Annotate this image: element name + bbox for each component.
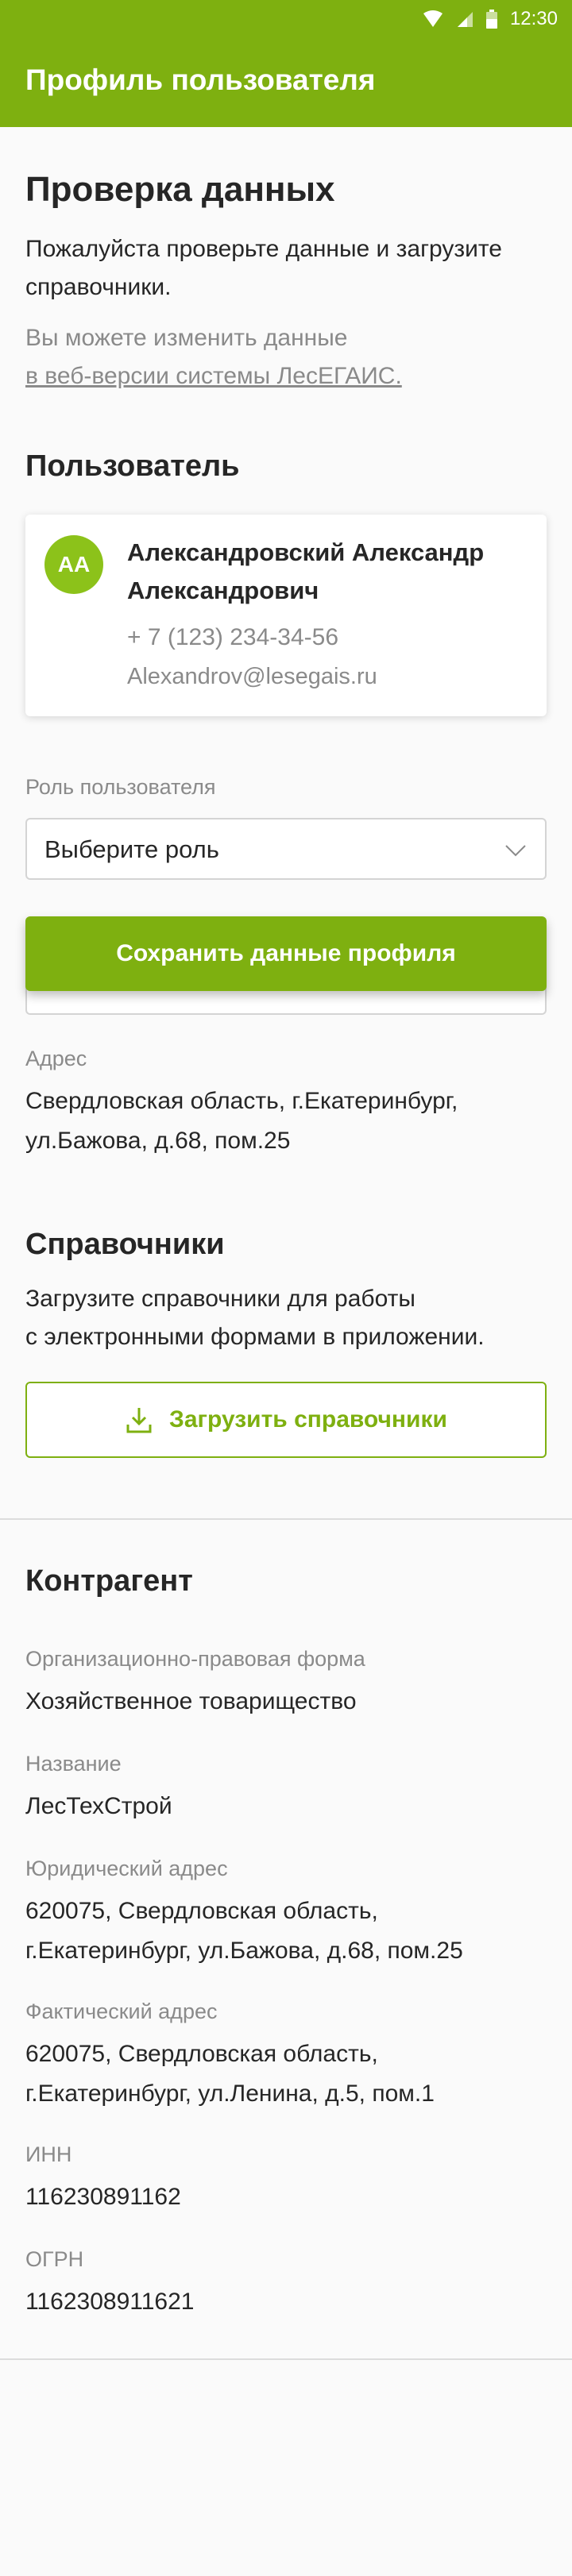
user-name-line1: Александровский Александр	[127, 538, 485, 566]
status-time: 12:30	[509, 8, 558, 29]
inn-label: ИНН	[25, 2142, 72, 2166]
load-references-button[interactable]: Загрузить справочники	[25, 1382, 547, 1458]
divider	[0, 2358, 572, 2360]
check-title: Проверка данных	[25, 170, 335, 209]
chevron-down-icon	[505, 845, 526, 857]
legal-address-label: Юридический адрес	[25, 1857, 228, 1880]
check-text-line2: справочники.	[25, 274, 172, 300]
page-title: Профиль пользователя	[25, 64, 376, 96]
legal-address-line2: г.Екатеринбург, ул.Бажова, д.68, пом.25	[25, 1938, 463, 1964]
actual-address-label: Фактический адрес	[25, 1999, 218, 2023]
download-icon	[126, 1408, 152, 1433]
user-section-title: Пользователь	[25, 449, 240, 483]
legal-address-line1: 620075, Свердловская область,	[25, 1898, 378, 1924]
user-email: Alexandrov@lesegais.ru	[127, 664, 377, 689]
references-text-line2: с электронными формами в приложении.	[25, 1324, 485, 1350]
load-references-label: Загрузить справочники	[169, 1406, 447, 1433]
role-select[interactable]: Выберите роль	[25, 818, 547, 880]
battery-icon	[485, 10, 497, 29]
avatar: AA	[44, 535, 103, 594]
references-title: Справочники	[25, 1228, 225, 1261]
edit-hint: Вы можете изменить данные	[25, 325, 348, 351]
wifi-icon	[423, 10, 443, 27]
ogrn-label: ОГРН	[25, 2247, 84, 2271]
actual-address-line2: г.Екатеринбург, ул.Ленина, д.5, пом.1	[25, 2080, 435, 2107]
references-text-line1: Загрузите справочники для работы	[25, 1286, 415, 1312]
ogrn-value: 1162308911621	[25, 2289, 195, 2315]
address-line1: Свердловская область, г.Екатеринбург,	[25, 1088, 458, 1114]
status-bar: 12:30	[0, 0, 572, 38]
user-name-line2: Александрович	[127, 577, 319, 604]
inn-value: 116230891162	[25, 2184, 181, 2210]
app-bar: Профиль пользователя	[0, 38, 572, 127]
address-label: Адрес	[25, 1047, 87, 1070]
divider	[0, 1518, 572, 1520]
status-icons: 12:30	[423, 8, 558, 30]
user-name: Александровский Александр Александрович	[127, 534, 532, 610]
web-version-link[interactable]: в веб-версии системы ЛесЕГАИС.	[25, 357, 402, 395]
user-card: AA Александровский Александр Александров…	[25, 515, 547, 716]
org-name-label: Название	[25, 1752, 122, 1776]
org-name-value: ЛесТехСтрой	[25, 1793, 172, 1819]
user-phone: + 7 (123) 234-34-56	[127, 624, 339, 650]
actual-address-line1: 620075, Свердловская область,	[25, 2041, 378, 2067]
counterparty-title: Контрагент	[25, 1564, 193, 1598]
check-text-line1: Пожалуйста проверьте данные и загрузите	[25, 236, 502, 262]
signal-icon	[457, 12, 473, 27]
org-form-value: Хозяйственное товарищество	[25, 1688, 357, 1714]
role-label: Роль пользователя	[25, 775, 216, 799]
role-select-value: Выберите роль	[44, 835, 219, 863]
save-profile-button[interactable]: Сохранить данные профиля	[25, 916, 547, 991]
address-line2: ул.Бажова, д.68, пом.25	[25, 1128, 291, 1154]
org-form-label: Организационно-правовая форма	[25, 1647, 365, 1671]
